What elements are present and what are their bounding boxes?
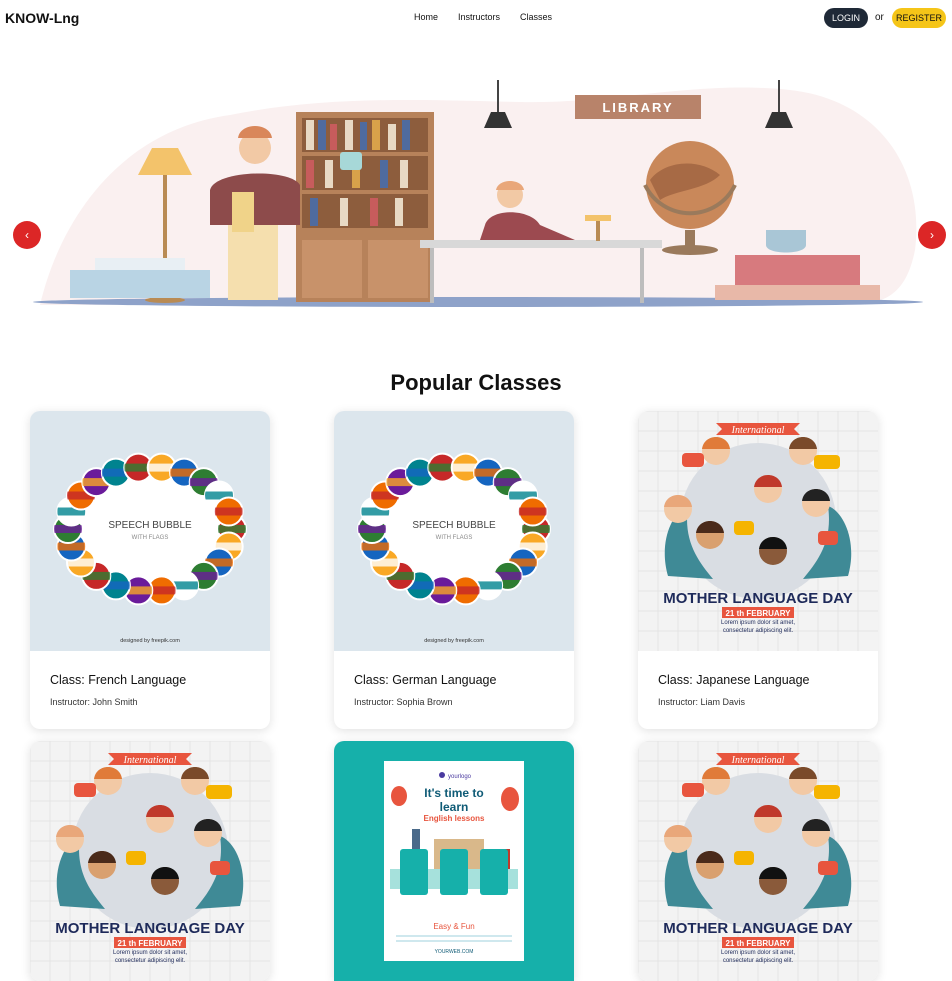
nav-home[interactable]: Home bbox=[414, 12, 438, 22]
poster-line1: It's time to bbox=[424, 786, 484, 800]
mother-day-title: MOTHER LANGUAGE DAY bbox=[55, 920, 244, 937]
instructor-name: Instructor: John Smith bbox=[50, 697, 138, 707]
class-card[interactable]: SPEECH BUBBLE WITH FLAGS designed by fre… bbox=[30, 411, 270, 729]
library-illustration: LIBRARY bbox=[33, 80, 923, 307]
class-card-image[interactable]: SPEECH BUBBLE WITH FLAGS designed by fre… bbox=[30, 411, 270, 651]
main-menu: Home Instructors Classes bbox=[414, 12, 552, 22]
flags-subtitle: WITH FLAGS bbox=[436, 535, 473, 541]
login-button[interactable]: LOGIN bbox=[824, 8, 868, 28]
mother-day-date: 21 th FEBRUARY bbox=[725, 609, 791, 618]
flags-speech-bubble-image: SPEECH BUBBLE WITH FLAGS designed by fre… bbox=[334, 411, 574, 651]
class-name: Class: Japanese Language bbox=[658, 673, 810, 687]
carousel-next-button[interactable]: › bbox=[918, 221, 946, 249]
flags-speech-bubble-image: SPEECH BUBBLE WITH FLAGS designed by fre… bbox=[30, 411, 270, 651]
nav-classes[interactable]: Classes bbox=[520, 12, 552, 22]
mother-language-day-image: International MOTHER LANGUAGE DAY 21 th … bbox=[638, 411, 878, 651]
class-card-info: Class: French Language Instructor: John … bbox=[30, 651, 270, 729]
flags-title: SPEECH BUBBLE bbox=[108, 520, 192, 531]
class-card[interactable]: SPEECH BUBBLE WITH FLAGS designed by fre… bbox=[334, 411, 574, 729]
class-name: Class: German Language bbox=[354, 673, 497, 687]
popular-classes-heading: Popular Classes bbox=[390, 370, 562, 395]
class-card-image[interactable]: SPEECH BUBBLE WITH FLAGS designed by fre… bbox=[334, 411, 574, 651]
chevron-left-icon: ‹ bbox=[25, 228, 29, 242]
class-card-image[interactable]: International MOTHER LANGUAGE DAY 21 th … bbox=[638, 741, 878, 981]
mother-day-title: MOTHER LANGUAGE DAY bbox=[663, 920, 852, 937]
register-button[interactable]: REGISTER bbox=[892, 8, 946, 28]
top-navbar: KNOW-Lng Home Instructors Classes LOGIN … bbox=[0, 0, 952, 36]
or-text: or bbox=[875, 12, 884, 23]
instructor-name: Instructor: Sophia Brown bbox=[354, 697, 453, 707]
class-name: Class: French Language bbox=[50, 673, 187, 687]
poster-logo: yourlogo bbox=[448, 774, 472, 780]
brand-logo[interactable]: KNOW-Lng bbox=[5, 10, 79, 26]
international-banner: International bbox=[731, 755, 785, 766]
freepik-credit: designed by freepik.com bbox=[120, 638, 180, 644]
mother-day-date: 21 th FEBRUARY bbox=[725, 939, 791, 948]
flags-subtitle: WITH FLAGS bbox=[132, 535, 169, 541]
learn-english-poster-image: yourlogo It's time to learn English less… bbox=[334, 741, 574, 981]
class-card[interactable]: International MOTHER LANGUAGE DAY 21 th … bbox=[30, 741, 270, 981]
mother-day-lorem: Lorem ipsum dolor sit amet, consectetur … bbox=[720, 950, 796, 964]
chevron-right-icon: › bbox=[930, 228, 934, 242]
class-card[interactable]: International MOTHER LANGUAGE DAY 21 th … bbox=[638, 411, 878, 729]
class-card[interactable]: yourlogo It's time to learn English less… bbox=[334, 741, 574, 981]
class-card-image[interactable]: yourlogo It's time to learn English less… bbox=[334, 741, 574, 981]
poster-tagline: Easy & Fun bbox=[433, 922, 474, 931]
instructor-name: Instructor: Liam Davis bbox=[658, 697, 746, 707]
flags-title: SPEECH BUBBLE bbox=[412, 520, 496, 531]
class-card-image[interactable]: International MOTHER LANGUAGE DAY 21 th … bbox=[30, 741, 270, 981]
freepik-credit: designed by freepik.com bbox=[424, 638, 484, 644]
class-card-image[interactable]: International MOTHER LANGUAGE DAY 21 th … bbox=[638, 411, 878, 651]
hero-carousel: LIBRARY ‹ › bbox=[0, 40, 952, 330]
mother-day-date: 21 th FEBRUARY bbox=[117, 939, 183, 948]
poster-line2: learn bbox=[440, 800, 469, 814]
poster-site: YOURWEB.COM bbox=[435, 949, 474, 955]
class-card-info: Class: German Language Instructor: Sophi… bbox=[334, 651, 574, 729]
international-banner: International bbox=[123, 755, 177, 766]
mother-day-lorem: Lorem ipsum dolor sit amet, consectetur … bbox=[720, 620, 796, 634]
carousel-prev-button[interactable]: ‹ bbox=[13, 221, 41, 249]
international-banner: International bbox=[731, 425, 785, 436]
class-card-info: Class: Japanese Language Instructor: Lia… bbox=[638, 651, 878, 729]
library-sign-text: LIBRARY bbox=[602, 100, 673, 115]
mother-language-day-image: International MOTHER LANGUAGE DAY 21 th … bbox=[30, 741, 270, 981]
class-card[interactable]: International MOTHER LANGUAGE DAY 21 th … bbox=[638, 741, 878, 981]
poster-line3: English lessons bbox=[424, 814, 485, 823]
mother-language-day-image: International MOTHER LANGUAGE DAY 21 th … bbox=[638, 741, 878, 981]
nav-instructors[interactable]: Instructors bbox=[458, 12, 500, 22]
mother-day-title: MOTHER LANGUAGE DAY bbox=[663, 590, 852, 607]
mother-day-lorem: Lorem ipsum dolor sit amet, consectetur … bbox=[112, 950, 188, 964]
